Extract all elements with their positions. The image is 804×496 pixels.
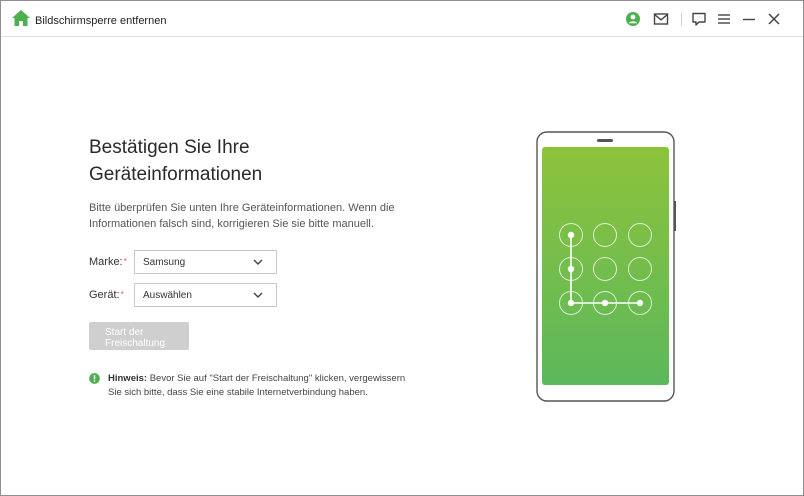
hint-text-2: Sie sich bitte, dass Sie eine stabile In…: [108, 387, 368, 398]
menu-icon[interactable]: [716, 11, 732, 27]
phone-side-button: [674, 201, 676, 231]
device-label-text: Gerät:: [89, 289, 120, 301]
hint-text: Hinweis: Bevor Sie auf "Start der Freisc…: [108, 372, 418, 400]
brand-label: Marke:*: [89, 255, 127, 269]
phone-screen: [542, 147, 669, 385]
window-title: Bildschirmsperre entfernen: [35, 15, 167, 27]
brand-select-value: Samsung: [143, 257, 186, 268]
hint-text-1: Bevor Sie auf "Start der Freischaltung" …: [147, 373, 406, 384]
hint-line-1: Hinweis: Bevor Sie auf "Start der Freisc…: [108, 372, 418, 386]
page-title-line-2: Geräteinformationen: [89, 164, 263, 185]
description-line-2: Informationen falsch sind, korrigieren S…: [89, 218, 374, 230]
mail-icon[interactable]: [653, 11, 669, 27]
user-icon[interactable]: [625, 11, 641, 27]
feedback-icon[interactable]: [691, 11, 707, 27]
phone-illustration: [536, 131, 676, 402]
brand-label-text: Marke:: [89, 256, 123, 268]
home-icon: [12, 10, 30, 26]
info-icon: [89, 373, 100, 384]
phone-speaker: [597, 139, 613, 142]
start-unlock-button-line-2: Freischaltung: [105, 337, 166, 349]
start-unlock-button-line-1: Start der: [105, 326, 144, 338]
required-mark: *: [120, 290, 124, 299]
page-title: Bestätigen Sie Ihre Geräteinformationen: [89, 134, 429, 188]
required-mark: *: [123, 257, 127, 266]
page-title-line-1: Bestätigen Sie Ihre: [89, 137, 250, 158]
title-bar: Bildschirmsperre entfernen: [1, 1, 803, 37]
close-icon[interactable]: [766, 11, 782, 27]
hint-label: Hinweis:: [108, 373, 148, 384]
toolbar-divider: [681, 13, 682, 26]
minimize-icon[interactable]: [741, 11, 757, 27]
chevron-down-icon: [253, 292, 263, 298]
description: Bitte überprüfen Sie unten Ihre Gerätein…: [89, 200, 429, 232]
app-window: Bildschirmsperre entfernen Bestätigen Si…: [0, 0, 804, 496]
device-select[interactable]: Auswählen: [134, 283, 277, 307]
brand-select[interactable]: Samsung: [134, 250, 277, 274]
chevron-down-icon: [253, 259, 263, 265]
start-unlock-button[interactable]: Start der Freischaltung: [89, 322, 189, 350]
device-select-value: Auswählen: [143, 290, 192, 301]
description-line-1: Bitte überprüfen Sie unten Ihre Gerätein…: [89, 202, 395, 214]
device-label: Gerät:*: [89, 288, 124, 302]
